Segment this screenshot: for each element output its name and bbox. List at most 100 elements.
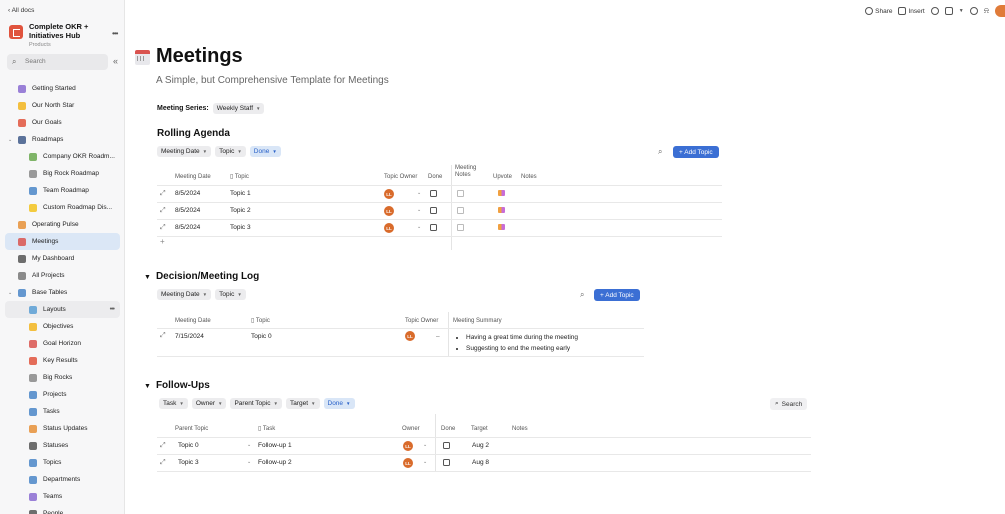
sidebar-item-our-north-star[interactable]: Our North Star <box>5 97 120 114</box>
add-topic-button[interactable]: + Add Topic <box>673 146 719 158</box>
col-done[interactable]: Done <box>428 174 442 181</box>
task-cell[interactable]: Follow-up 2 <box>258 459 292 466</box>
done-checkbox[interactable] <box>430 190 437 197</box>
col-notes[interactable]: Notes <box>521 174 537 181</box>
col-topic[interactable]: ▯ Topic <box>230 174 249 181</box>
target-cell[interactable]: Aug 8 <box>472 459 489 466</box>
meeting-notes-icon[interactable] <box>457 190 464 197</box>
topic-cell[interactable]: Topic 2 <box>230 207 251 214</box>
table-row[interactable]: ⤢ 8/5/2024 Topic 3 LL ⌄ <box>157 219 722 236</box>
follow-ups-title[interactable]: ▼ Follow-Ups <box>144 380 210 391</box>
decision-date[interactable]: 7/15/2024 <box>175 333 204 340</box>
topic-cell[interactable]: Topic 3 <box>230 224 251 231</box>
col-done[interactable]: Done <box>441 426 455 433</box>
col-meeting-summary[interactable]: Meeting Summary <box>453 318 502 325</box>
chevron-down-icon[interactable]: ⌄ <box>417 207 421 213</box>
chevron-down-icon[interactable]: ⌄ <box>423 442 427 448</box>
target-cell[interactable]: Aug 2 <box>472 442 489 449</box>
collapse-triangle-icon[interactable]: ▼ <box>144 383 151 390</box>
sidebar-item-people[interactable]: People <box>5 505 120 514</box>
filter-done[interactable]: Done ▼ <box>249 146 281 157</box>
sidebar-item-departments[interactable]: Departments <box>5 471 120 488</box>
col-target[interactable]: Target <box>471 426 488 433</box>
sidebar-item-getting-started[interactable]: Getting Started <box>5 80 120 97</box>
col-topic[interactable]: ▯ Topic <box>251 318 270 325</box>
sidebar-item-layouts[interactable]: Layouts ••• <box>5 301 120 318</box>
chevron-down-icon[interactable]: ⌄ <box>8 290 12 296</box>
sidebar-item-projects[interactable]: Projects <box>5 386 120 403</box>
doc-more-icon[interactable]: ••• <box>112 29 118 38</box>
collapse-sidebar-icon[interactable]: « <box>113 56 118 66</box>
sidebar-item-key-results[interactable]: Key Results <box>5 352 120 369</box>
parent-topic-cell[interactable]: Topic 0 <box>178 442 199 449</box>
topic-cell[interactable]: Topic 1 <box>230 190 251 197</box>
meeting-date-cell[interactable]: 8/5/2024 <box>175 207 200 214</box>
chevron-down-icon[interactable]: ⌄ <box>417 190 421 196</box>
done-checkbox[interactable] <box>443 442 450 449</box>
sidebar-item-our-goals[interactable]: Our Goals <box>5 114 120 131</box>
follow-ups-search-button[interactable]: ⌕ Search <box>770 398 808 410</box>
sidebar-item-topics[interactable]: Topics <box>5 454 120 471</box>
sidebar-item-objectives[interactable]: Objectives <box>5 318 120 335</box>
done-checkbox[interactable] <box>430 207 437 214</box>
col-task[interactable]: ▯ Task <box>258 426 275 433</box>
avatar[interactable]: LL <box>384 206 394 216</box>
col-topic-owner[interactable]: Topic Owner <box>384 174 417 181</box>
expand-row-icon[interactable]: ⤢ <box>160 442 166 450</box>
sidebar-item-my-dashboard[interactable]: My Dashboard <box>5 250 120 267</box>
table-row[interactable]: ⤢ Topic 0 ⌄ Follow-up 1 LL ⌄ Aug 2 <box>157 437 811 454</box>
upvote-icon[interactable] <box>498 207 505 213</box>
chevron-down-icon[interactable]: ⌄ <box>417 224 421 230</box>
more-icon[interactable]: ••• <box>110 306 115 313</box>
filter-parent-topic[interactable]: Parent Topic ▼ <box>230 398 282 409</box>
sidebar-item-meetings[interactable]: Meetings <box>5 233 120 250</box>
sidebar-item-goal-horizon[interactable]: Goal Horizon <box>5 335 120 352</box>
sidebar-item-company-okr-roadm[interactable]: Company OKR Roadm... <box>5 148 120 165</box>
decision-topic[interactable]: Topic 0 <box>251 333 272 340</box>
expand-row-icon[interactable]: ⤢ <box>160 190 166 198</box>
expand-row-icon[interactable]: ⤢ <box>160 332 166 340</box>
avatar[interactable]: LL <box>405 331 415 341</box>
sidebar-item-statuses[interactable]: Statuses <box>5 437 120 454</box>
done-checkbox[interactable] <box>430 224 437 231</box>
col-meeting-date[interactable]: Meeting Date <box>175 174 211 181</box>
parent-topic-cell[interactable]: Topic 3 <box>178 459 199 466</box>
filter-task[interactable]: Task ▼ <box>159 398 188 409</box>
sidebar-item-custom-roadmap-dis[interactable]: Custom Roadmap Dis... <box>5 199 120 216</box>
filter-topic[interactable]: Topic ▼ <box>215 146 246 157</box>
table-search-icon[interactable]: ⌕ <box>580 290 584 300</box>
avatar[interactable]: LL <box>403 441 413 451</box>
meeting-series-select[interactable]: Weekly Staff ▼ <box>212 103 265 114</box>
chevron-down-icon[interactable]: ⌄ <box>247 442 251 448</box>
meeting-date-cell[interactable]: 8/5/2024 <box>175 190 200 197</box>
meeting-notes-icon[interactable] <box>457 207 464 214</box>
chevron-down-icon[interactable]: ⌄ <box>8 137 12 143</box>
filter-owner[interactable]: Owner ▼ <box>191 398 227 409</box>
filter-target[interactable]: Target ▼ <box>285 398 320 409</box>
filter-topic[interactable]: Topic ▼ <box>215 289 246 300</box>
col-owner[interactable]: Owner <box>402 426 420 433</box>
col-notes[interactable]: Notes <box>512 426 528 433</box>
col-parent-topic[interactable]: Parent Topic <box>175 426 208 433</box>
table-row[interactable]: ⤢ Topic 3 ⌄ Follow-up 2 LL ⌄ Aug 8 <box>157 454 811 471</box>
col-meeting-date[interactable]: Meeting Date <box>175 318 211 325</box>
sidebar-item-team-roadmap[interactable]: Team Roadmap <box>5 182 120 199</box>
done-checkbox[interactable] <box>443 459 450 466</box>
sidebar-item-tasks[interactable]: Tasks <box>5 403 120 420</box>
sidebar-item-all-projects[interactable]: All Projects <box>5 267 120 284</box>
col-topic-owner[interactable]: Topic Owner <box>405 318 438 325</box>
sidebar-item-teams[interactable]: Teams <box>5 488 120 505</box>
avatar[interactable]: LL <box>384 189 394 199</box>
upvote-icon[interactable] <box>498 224 505 230</box>
avatar[interactable]: LL <box>384 223 394 233</box>
expand-row-icon[interactable]: ⤢ <box>160 207 166 215</box>
table-row[interactable]: ⤢ 8/5/2024 Topic 2 LL ⌄ <box>157 202 722 219</box>
expand-row-icon[interactable]: ⤢ <box>160 224 166 232</box>
sidebar-item-base-tables[interactable]: ⌄ Base Tables <box>5 284 120 301</box>
doc-title[interactable]: Complete OKR + Initiatives Hub <box>29 22 109 40</box>
decision-log-title[interactable]: ▼ Decision/Meeting Log <box>144 271 259 282</box>
filter-done[interactable]: Done ▼ <box>323 398 355 409</box>
table-row[interactable]: ⤢ 8/5/2024 Topic 1 LL ⌄ <box>157 185 722 202</box>
sidebar-item-big-rock-roadmap[interactable]: Big Rock Roadmap <box>5 165 120 182</box>
filter-meeting-date[interactable]: Meeting Date ▼ <box>157 146 212 157</box>
